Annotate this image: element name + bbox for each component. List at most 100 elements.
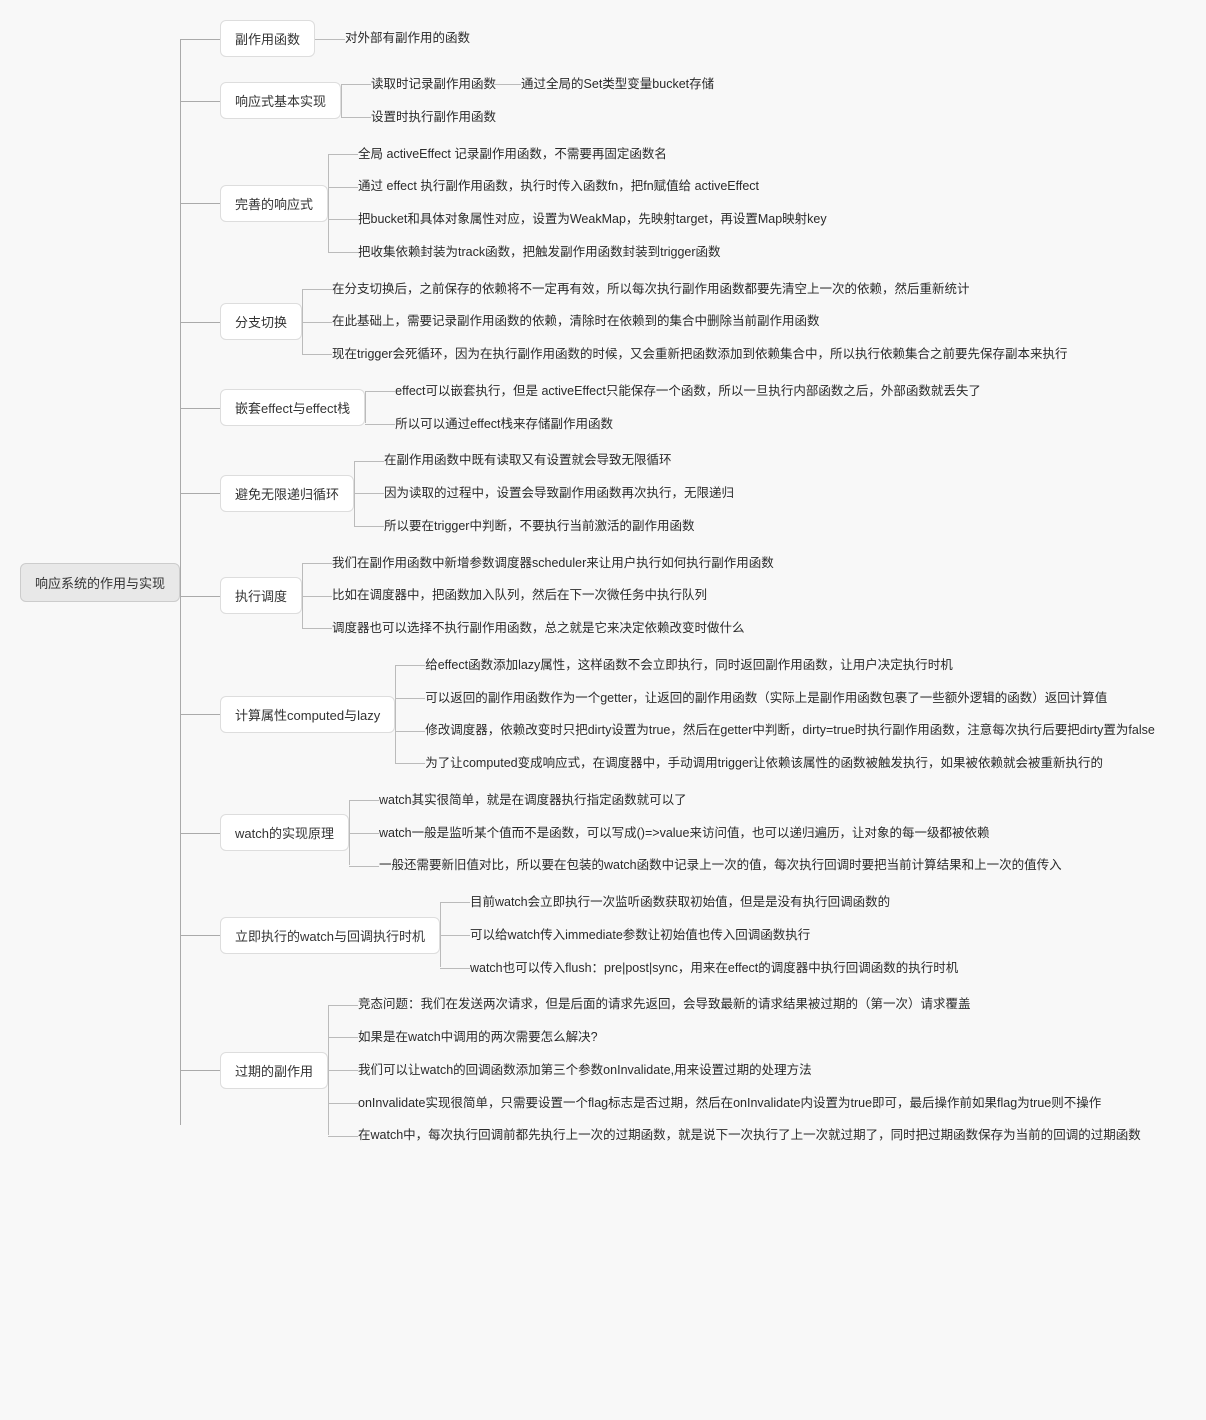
leaf-text: 全局 activeEffect 记录副作用函数，不需要再固定函数名 (358, 145, 667, 164)
mindmap: 响应系统的作用与实现 副作用函数对外部有副作用的函数响应式基本实现读取时记录副作… (20, 20, 1186, 1145)
branch-node[interactable]: 立即执行的watch与回调执行时机 (220, 917, 440, 954)
leaf-text: 对外部有副作用的函数 (345, 29, 470, 48)
branch-node[interactable]: watch的实现原理 (220, 814, 349, 851)
leaf-node[interactable]: 因为读取的过程中，设置会导致副作用函数再次执行，无限递归 (384, 484, 734, 503)
leaf-node[interactable]: 读取时记录副作用函数 通过全局的Set类型变量bucket存储 (371, 75, 714, 94)
leaf-node[interactable]: 全局 activeEffect 记录副作用函数，不需要再固定函数名 (358, 145, 827, 164)
leaves: effect可以嵌套执行，但是 activeEffect只能保存一个函数，所以一… (395, 382, 981, 434)
branch: 完善的响应式 全局 activeEffect 记录副作用函数，不需要再固定函数名通… (220, 145, 1155, 262)
leaf-sub-text: 通过全局的Set类型变量bucket存储 (521, 75, 714, 94)
leaf-node[interactable]: 给effect函数添加lazy属性，这样函数不会立即执行，同时返回副作用函数，让… (425, 656, 1155, 675)
leaf-text: 在watch中，每次执行回调前都先执行上一次的过期函数，就是说下一次执行了上一次… (358, 1126, 1141, 1145)
leaf-node[interactable]: 在此基础上，需要记录副作用函数的依赖，清除时在依赖到的集合中删除当前副作用函数 (332, 312, 1067, 331)
leaf-node[interactable]: 一般还需要新旧值对比，所以要在包装的watch函数中记录上一次的值，每次执行回调… (379, 856, 1062, 875)
leaves: 竞态问题：我们在发送两次请求，但是后面的请求先返回，会导致最新的请求结果被过期的… (358, 995, 1141, 1145)
leaf-text: 可以返回的副作用函数作为一个getter，让返回的副作用函数（实际上是副作用函数… (425, 689, 1107, 708)
leaf-text: watch其实很简单，就是在调度器执行指定函数就可以了 (379, 791, 687, 810)
leaf-node[interactable]: 为了让computed变成响应式，在调度器中，手动调用trigger让依赖该属性… (425, 754, 1155, 773)
leaf-text: 竞态问题：我们在发送两次请求，但是后面的请求先返回，会导致最新的请求结果被过期的… (358, 995, 971, 1014)
branch: 嵌套effect与effect栈 effect可以嵌套执行，但是 activeEf… (220, 382, 1155, 434)
leaf-text: 调度器也可以选择不执行副作用函数，总之就是它来决定依赖改变时做什么 (332, 619, 745, 638)
branch: 副作用函数 对外部有副作用的函数 (220, 20, 1155, 57)
leaf-node[interactable]: 调度器也可以选择不执行副作用函数，总之就是它来决定依赖改变时做什么 (332, 619, 774, 638)
leaf-text: 所以要在trigger中判断，不要执行当前激活的副作用函数 (384, 517, 694, 536)
leaf-text: 把收集依赖封装为track函数，把触发副作用函数封装到trigger函数 (358, 243, 721, 262)
leaf-text: onInvalidate实现很简单，只需要设置一个flag标志是否过期，然后在o… (358, 1094, 1101, 1113)
leaf-node[interactable]: watch其实很简单，就是在调度器执行指定函数就可以了 (379, 791, 1062, 810)
branch-node[interactable]: 完善的响应式 (220, 185, 328, 222)
leaf-text: 通过 effect 执行副作用函数，执行时传入函数fn，把fn赋值给 activ… (358, 177, 759, 196)
branch-node[interactable]: 避免无限递归循环 (220, 475, 354, 512)
branch: 分支切换 在分支切换后，之前保存的依赖将不一定再有效，所以每次执行副作用函数都要先… (220, 280, 1155, 364)
leaf-text: 在此基础上，需要记录副作用函数的依赖，清除时在依赖到的集合中删除当前副作用函数 (332, 312, 820, 331)
branch-node[interactable]: 嵌套effect与effect栈 (220, 389, 365, 426)
leaf-node[interactable]: 如果是在watch中调用的两次需要怎么解决? (358, 1028, 1141, 1047)
leaves: 目前watch会立即执行一次监听函数获取初始值，但是是没有执行回调函数的可以给w… (470, 893, 958, 977)
leaves: 我们在副作用函数中新增参数调度器scheduler来让用户执行如何执行副作用函数… (332, 554, 774, 638)
leaf-node[interactable]: 比如在调度器中，把函数加入队列，然后在下一次微任务中执行队列 (332, 586, 774, 605)
branch-node[interactable]: 副作用函数 (220, 20, 315, 57)
leaf-node[interactable]: 在watch中，每次执行回调前都先执行上一次的过期函数，就是说下一次执行了上一次… (358, 1126, 1141, 1145)
leaf-text: 因为读取的过程中，设置会导致副作用函数再次执行，无限递归 (384, 484, 734, 503)
leaf-node[interactable]: 在副作用函数中既有读取又有设置就会导致无限循环 (384, 451, 734, 470)
leaf-node[interactable]: 把bucket和具体对象属性对应，设置为WeakMap，先映射target，再设… (358, 210, 827, 229)
leaf-text: 比如在调度器中，把函数加入队列，然后在下一次微任务中执行队列 (332, 586, 707, 605)
leaf-node[interactable]: effect可以嵌套执行，但是 activeEffect只能保存一个函数，所以一… (395, 382, 981, 401)
leaves: 对外部有副作用的函数 (345, 29, 470, 48)
branch-node[interactable]: 分支切换 (220, 303, 302, 340)
leaf-text: 目前watch会立即执行一次监听函数获取初始值，但是是没有执行回调函数的 (470, 893, 890, 912)
leaf-text: 现在trigger会死循环，因为在执行副作用函数的时候，又会重新把函数添加到依赖… (332, 345, 1067, 364)
leaf-text: 为了让computed变成响应式，在调度器中，手动调用trigger让依赖该属性… (425, 754, 1103, 773)
leaf-text: 一般还需要新旧值对比，所以要在包装的watch函数中记录上一次的值，每次执行回调… (379, 856, 1062, 875)
leaf-text: 我们可以让watch的回调函数添加第三个参数onInvalidate,用来设置过… (358, 1061, 812, 1080)
leaves: 读取时记录副作用函数 通过全局的Set类型变量bucket存储设置时执行副作用函数 (371, 75, 714, 127)
leaf-text: effect可以嵌套执行，但是 activeEffect只能保存一个函数，所以一… (395, 382, 981, 401)
branch: watch的实现原理watch其实很简单，就是在调度器执行指定函数就可以了wat… (220, 791, 1155, 875)
root-node[interactable]: 响应系统的作用与实现 (20, 563, 180, 602)
leaf-node[interactable]: 修改调度器，依赖改变时只把dirty设置为true，然后在getter中判断，d… (425, 721, 1155, 740)
branch: 计算属性computed与lazy 给effect函数添加lazy属性，这样函数不… (220, 656, 1155, 773)
leaf-node[interactable]: onInvalidate实现很简单，只需要设置一个flag标志是否过期，然后在o… (358, 1094, 1141, 1113)
branch-node[interactable]: 响应式基本实现 (220, 82, 341, 119)
leaf-text: 给effect函数添加lazy属性，这样函数不会立即执行，同时返回副作用函数，让… (425, 656, 953, 675)
leaf-node[interactable]: 竞态问题：我们在发送两次请求，但是后面的请求先返回，会导致最新的请求结果被过期的… (358, 995, 1141, 1014)
leaf-node[interactable]: 我们在副作用函数中新增参数调度器scheduler来让用户执行如何执行副作用函数 (332, 554, 774, 573)
leaf-text: 修改调度器，依赖改变时只把dirty设置为true，然后在getter中判断，d… (425, 721, 1155, 740)
leaf-text: 把bucket和具体对象属性对应，设置为WeakMap，先映射target，再设… (358, 210, 827, 229)
leaf-node[interactable]: 设置时执行副作用函数 (371, 108, 714, 127)
leaves: 在副作用函数中既有读取又有设置就会导致无限循环因为读取的过程中，设置会导致副作用… (384, 451, 734, 535)
branch-node[interactable]: 执行调度 (220, 577, 302, 614)
leaf-text: 我们在副作用函数中新增参数调度器scheduler来让用户执行如何执行副作用函数 (332, 554, 774, 573)
leaf-node[interactable]: 可以返回的副作用函数作为一个getter，让返回的副作用函数（实际上是副作用函数… (425, 689, 1155, 708)
leaf-text: 读取时记录副作用函数 (371, 75, 496, 94)
leaf-node[interactable]: 我们可以让watch的回调函数添加第三个参数onInvalidate,用来设置过… (358, 1061, 1141, 1080)
leaf-node[interactable]: 所以可以通过effect栈来存储副作用函数 (395, 415, 981, 434)
leaf-node[interactable]: 通过 effect 执行副作用函数，执行时传入函数fn，把fn赋值给 activ… (358, 177, 827, 196)
leaves: 在分支切换后，之前保存的依赖将不一定再有效，所以每次执行副作用函数都要先清空上一… (332, 280, 1067, 364)
leaf-text: 在副作用函数中既有读取又有设置就会导致无限循环 (384, 451, 672, 470)
branch-node[interactable]: 过期的副作用 (220, 1052, 328, 1089)
branch: 执行调度我们在副作用函数中新增参数调度器scheduler来让用户执行如何执行副… (220, 554, 1155, 638)
leaf-text: 可以给watch传入immediate参数让初始值也传入回调函数执行 (470, 926, 810, 945)
leaf-node[interactable]: 所以要在trigger中判断，不要执行当前激活的副作用函数 (384, 517, 734, 536)
leaf-node[interactable]: 在分支切换后，之前保存的依赖将不一定再有效，所以每次执行副作用函数都要先清空上一… (332, 280, 1067, 299)
leaves: watch其实很简单，就是在调度器执行指定函数就可以了 watch一般是监听某个值… (379, 791, 1062, 875)
branch: 避免无限递归循环在副作用函数中既有读取又有设置就会导致无限循环因为读取的过程中，… (220, 451, 1155, 535)
leaf-node[interactable]: 对外部有副作用的函数 (345, 29, 470, 48)
leaf-node[interactable]: watch一般是监听某个值而不是函数，可以写成()=>value来访问值，也可以… (379, 824, 1062, 843)
leaf-node[interactable]: watch也可以传入flush：pre|post|sync，用来在effect的… (470, 959, 958, 978)
leaf-node[interactable]: 把收集依赖封装为track函数，把触发副作用函数封装到trigger函数 (358, 243, 827, 262)
leaf-text: 如果是在watch中调用的两次需要怎么解决? (358, 1028, 598, 1047)
leaf-text: 在分支切换后，之前保存的依赖将不一定再有效，所以每次执行副作用函数都要先清空上一… (332, 280, 970, 299)
leaf-text: 所以可以通过effect栈来存储副作用函数 (395, 415, 613, 434)
branch: 立即执行的watch与回调执行时机目前watch会立即执行一次监听函数获取初始值… (220, 893, 1155, 977)
leaf-text: watch一般是监听某个值而不是函数，可以写成()=>value来访问值，也可以… (379, 824, 989, 843)
children-container: 副作用函数 对外部有副作用的函数响应式基本实现 读取时记录副作用函数 通过全局的Set… (220, 20, 1155, 1145)
leaf-text: 设置时执行副作用函数 (371, 108, 496, 127)
leaf-node[interactable]: 目前watch会立即执行一次监听函数获取初始值，但是是没有执行回调函数的 (470, 893, 958, 912)
leaf-node[interactable]: 可以给watch传入immediate参数让初始值也传入回调函数执行 (470, 926, 958, 945)
branch: 过期的副作用 竞态问题：我们在发送两次请求，但是后面的请求先返回，会导致最新的请求… (220, 995, 1155, 1145)
leaves: 给effect函数添加lazy属性，这样函数不会立即执行，同时返回副作用函数，让… (425, 656, 1155, 773)
leaf-node[interactable]: 现在trigger会死循环，因为在执行副作用函数的时候，又会重新把函数添加到依赖… (332, 345, 1067, 364)
branch-node[interactable]: 计算属性computed与lazy (220, 696, 395, 733)
